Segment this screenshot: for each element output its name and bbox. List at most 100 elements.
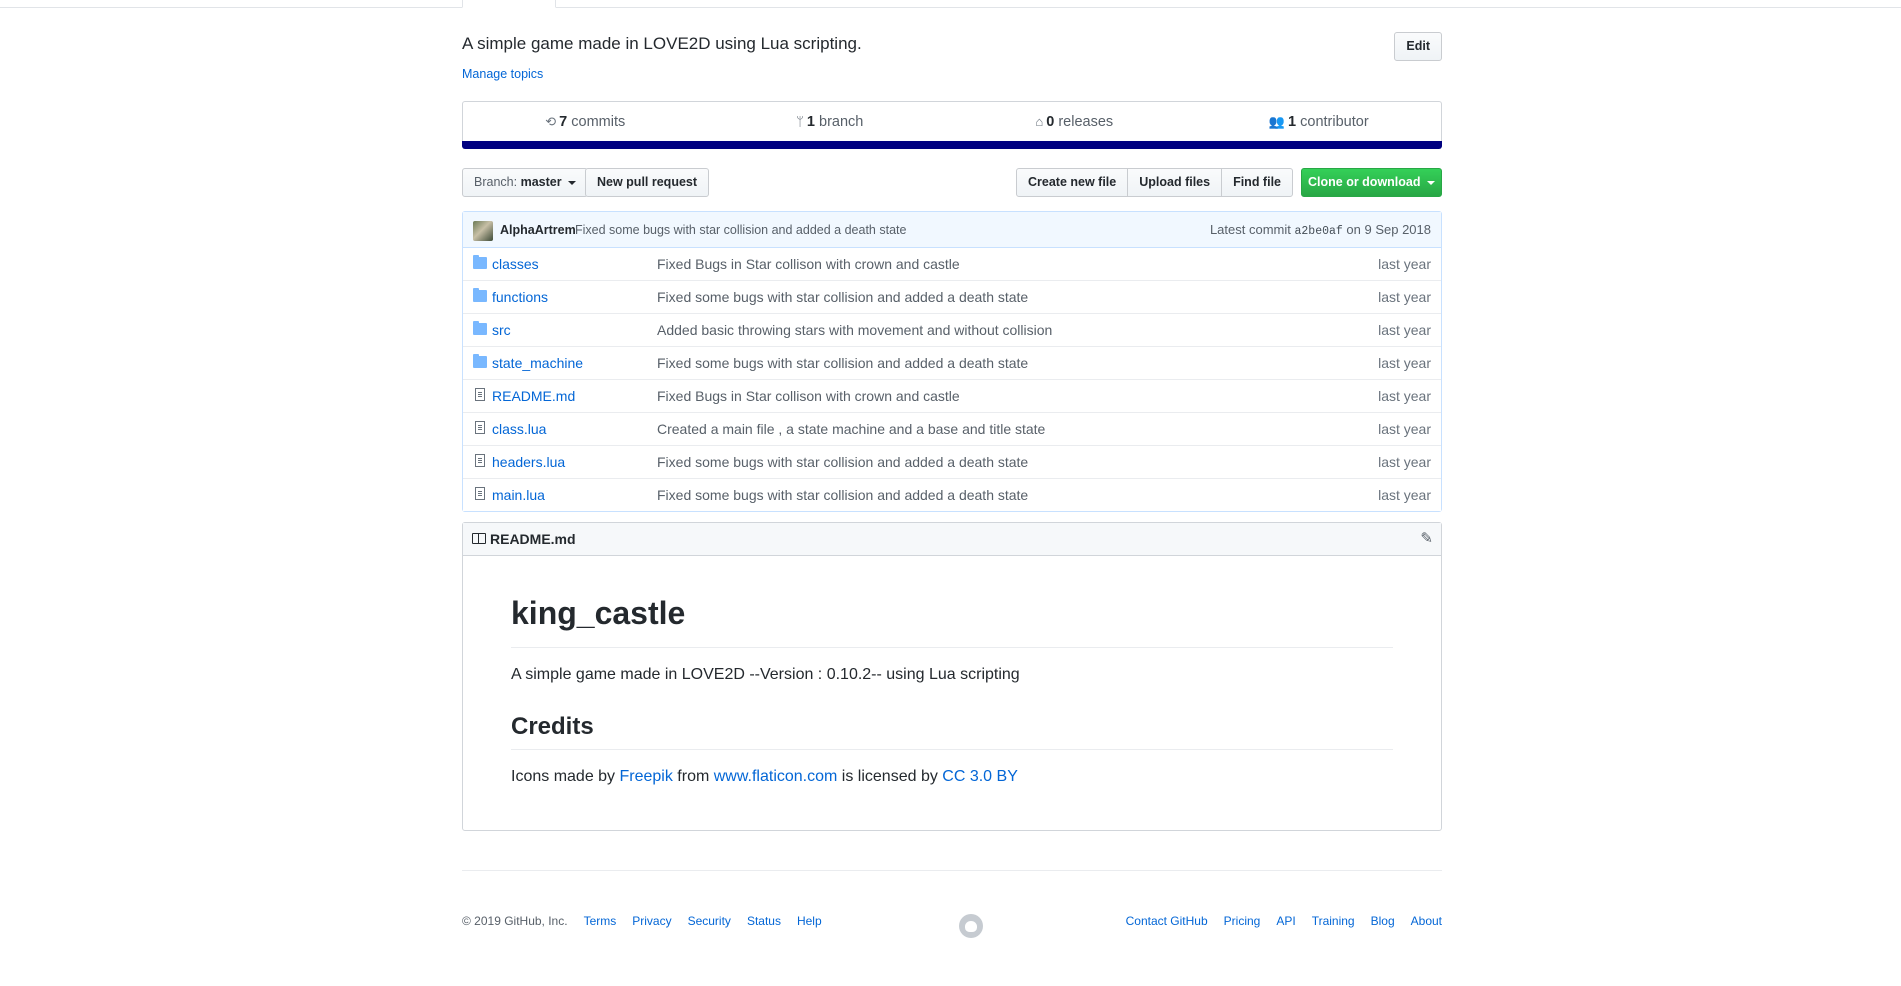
people-icon: 👥 [1268, 114, 1286, 129]
file-age: last year [1378, 256, 1431, 272]
footer-link-contact-github[interactable]: Contact GitHub [1126, 914, 1208, 928]
create-new-file-button[interactable]: Create new file [1016, 168, 1129, 197]
credits-heading: Credits [511, 713, 594, 740]
table-row: headers.lua Fixed some bugs with star col… [463, 445, 1441, 478]
commit-message-link[interactable]: Fixed some bugs with star collision and … [575, 223, 906, 237]
file-navigation: Branch: master New pull request Create n… [462, 168, 1442, 197]
edit-description-button[interactable]: Edit [1394, 32, 1442, 61]
credits-paragraph: Icons made by Freepik from www.flaticon.… [511, 768, 1018, 786]
new-pull-request-button[interactable]: New pull request [585, 168, 710, 197]
tag-icon: ⌂ [1035, 114, 1044, 129]
file-name-link[interactable]: src [492, 322, 511, 338]
book-icon [472, 533, 486, 544]
readme-heading: king_castle [511, 595, 686, 631]
footer-left-links: © 2019 GitHub, Inc. Terms Privacy Security… [462, 914, 838, 928]
footer-link-terms[interactable]: Terms [584, 914, 617, 928]
releases-count: 0 [1046, 114, 1055, 130]
find-file-button[interactable]: Find file [1221, 168, 1293, 197]
branch-label: branch [819, 114, 864, 130]
file-icon [475, 487, 485, 500]
file-commit-message[interactable]: Fixed some bugs with star collision and … [657, 355, 1028, 371]
folder-icon [473, 321, 487, 335]
footer-link-training[interactable]: Training [1312, 914, 1355, 928]
file-name-link[interactable]: functions [492, 289, 548, 305]
file-commit-message[interactable]: Fixed some bugs with star collision and … [657, 454, 1028, 470]
file-commit-message[interactable]: Fixed some bugs with star collision and … [657, 289, 1028, 305]
folder-icon [473, 255, 487, 269]
branch-select-value: master [520, 175, 562, 189]
file-name-link[interactable]: README.md [492, 388, 575, 404]
file-icon [475, 388, 485, 401]
file-age: last year [1378, 355, 1431, 371]
file-commit-message[interactable]: Fixed Bugs in Star collison with crown a… [657, 256, 960, 272]
table-row: main.lua Fixed some bugs with star collis… [463, 478, 1441, 511]
footer-link-status[interactable]: Status [747, 914, 781, 928]
upload-files-button[interactable]: Upload files [1127, 168, 1223, 197]
contributor-stat[interactable]: 👥 1 contributor [1197, 102, 1442, 141]
folder-icon [473, 288, 487, 302]
language-bar[interactable] [462, 141, 1442, 149]
table-row: class.lua Created a main file , a state m… [463, 412, 1441, 445]
flaticon-link[interactable]: www.flaticon.com [714, 768, 838, 785]
github-logo-icon[interactable] [959, 914, 983, 938]
file-name-link[interactable]: classes [492, 256, 539, 272]
footer-link-privacy[interactable]: Privacy [632, 914, 671, 928]
branch-select-label: Branch: [474, 175, 518, 189]
heading-divider [511, 647, 1393, 648]
table-row: README.md Fixed Bugs in Star collison wit… [463, 379, 1441, 412]
folder-icon [473, 354, 487, 368]
commits-stat[interactable]: ⟲ 7 commits [463, 102, 708, 141]
table-row: functions Fixed some bugs with star colli… [463, 280, 1441, 313]
manage-topics-link[interactable]: Manage topics [462, 67, 543, 81]
branch-icon: ᛘ [796, 114, 804, 129]
file-list: classes Fixed Bugs in Star collison with … [463, 248, 1441, 511]
latest-commit-info: Latest commit a2be0af on 9 Sep 2018 [1210, 222, 1431, 238]
license-link[interactable]: CC 3.0 BY [942, 768, 1018, 785]
commit-author-link[interactable]: AlphaArtrem [500, 223, 576, 237]
file-commit-message[interactable]: Fixed Bugs in Star collison with crown a… [657, 388, 960, 404]
footer-link-help[interactable]: Help [797, 914, 822, 928]
avatar[interactable] [473, 221, 493, 241]
file-commit-message[interactable]: Added basic throwing stars with movement… [657, 322, 1052, 338]
file-name-link[interactable]: class.lua [492, 421, 546, 437]
latest-commit-bar: AlphaArtrem Fixed some bugs with star co… [463, 212, 1441, 248]
file-name-link[interactable]: headers.lua [492, 454, 565, 470]
footer-right-links: Contact GitHub Pricing API Training Blog Abou… [1126, 914, 1442, 928]
table-row: src Added basic throwing stars with movem… [463, 313, 1441, 346]
footer-link-blog[interactable]: Blog [1371, 914, 1395, 928]
file-name-link[interactable]: main.lua [492, 487, 545, 503]
file-name-link[interactable]: state_machine [492, 355, 583, 371]
pencil-icon[interactable]: ✎ [1420, 529, 1433, 547]
site-footer: © 2019 GitHub, Inc. Terms Privacy Security… [462, 870, 1442, 971]
history-icon: ⟲ [545, 114, 557, 129]
credits-text-1: Icons made by [511, 768, 620, 785]
file-icon [475, 454, 485, 467]
chevron-down-icon [568, 180, 577, 185]
file-commit-message[interactable]: Fixed some bugs with star collision and … [657, 487, 1028, 503]
footer-link-about[interactable]: About [1411, 914, 1442, 928]
commits-label: commits [571, 114, 626, 130]
readme-box: README.md ✎ king_castle A simple game ma… [462, 522, 1442, 831]
subheading-divider [511, 749, 1393, 750]
clone-label: Clone or download [1308, 175, 1421, 189]
credits-text-3: is licensed by [837, 768, 943, 785]
releases-stat[interactable]: ⌂ 0 releases [952, 102, 1197, 141]
latest-commit-label: Latest commit [1209, 222, 1291, 237]
freepik-link[interactable]: Freepik [620, 768, 673, 785]
footer-link-security[interactable]: Security [688, 914, 731, 928]
clone-or-download-button[interactable]: Clone or download [1301, 168, 1442, 197]
file-age: last year [1378, 421, 1431, 437]
contributor-count: 1 [1288, 114, 1297, 130]
file-commit-message[interactable]: Created a main file , a state machine an… [657, 421, 1045, 437]
top-tab-border [0, 0, 1901, 8]
branch-stat[interactable]: ᛘ1 branch [708, 102, 953, 141]
file-age: last year [1378, 487, 1431, 503]
footer-link-api[interactable]: API [1276, 914, 1295, 928]
commit-sha-link[interactable]: a2be0af [1294, 225, 1342, 238]
copyright: © 2019 GitHub, Inc. [462, 914, 568, 928]
footer-link-pricing[interactable]: Pricing [1224, 914, 1261, 928]
table-row: state_machine Fixed some bugs with star c… [463, 346, 1441, 379]
repo-stats-bar: ⟲ 7 commits ᛘ1 branch ⌂ 0 releases 👥 1 cont… [462, 101, 1442, 141]
readme-paragraph: A simple game made in LOVE2D --Version :… [511, 666, 1020, 683]
branch-select-button[interactable]: Branch: master [462, 168, 589, 197]
